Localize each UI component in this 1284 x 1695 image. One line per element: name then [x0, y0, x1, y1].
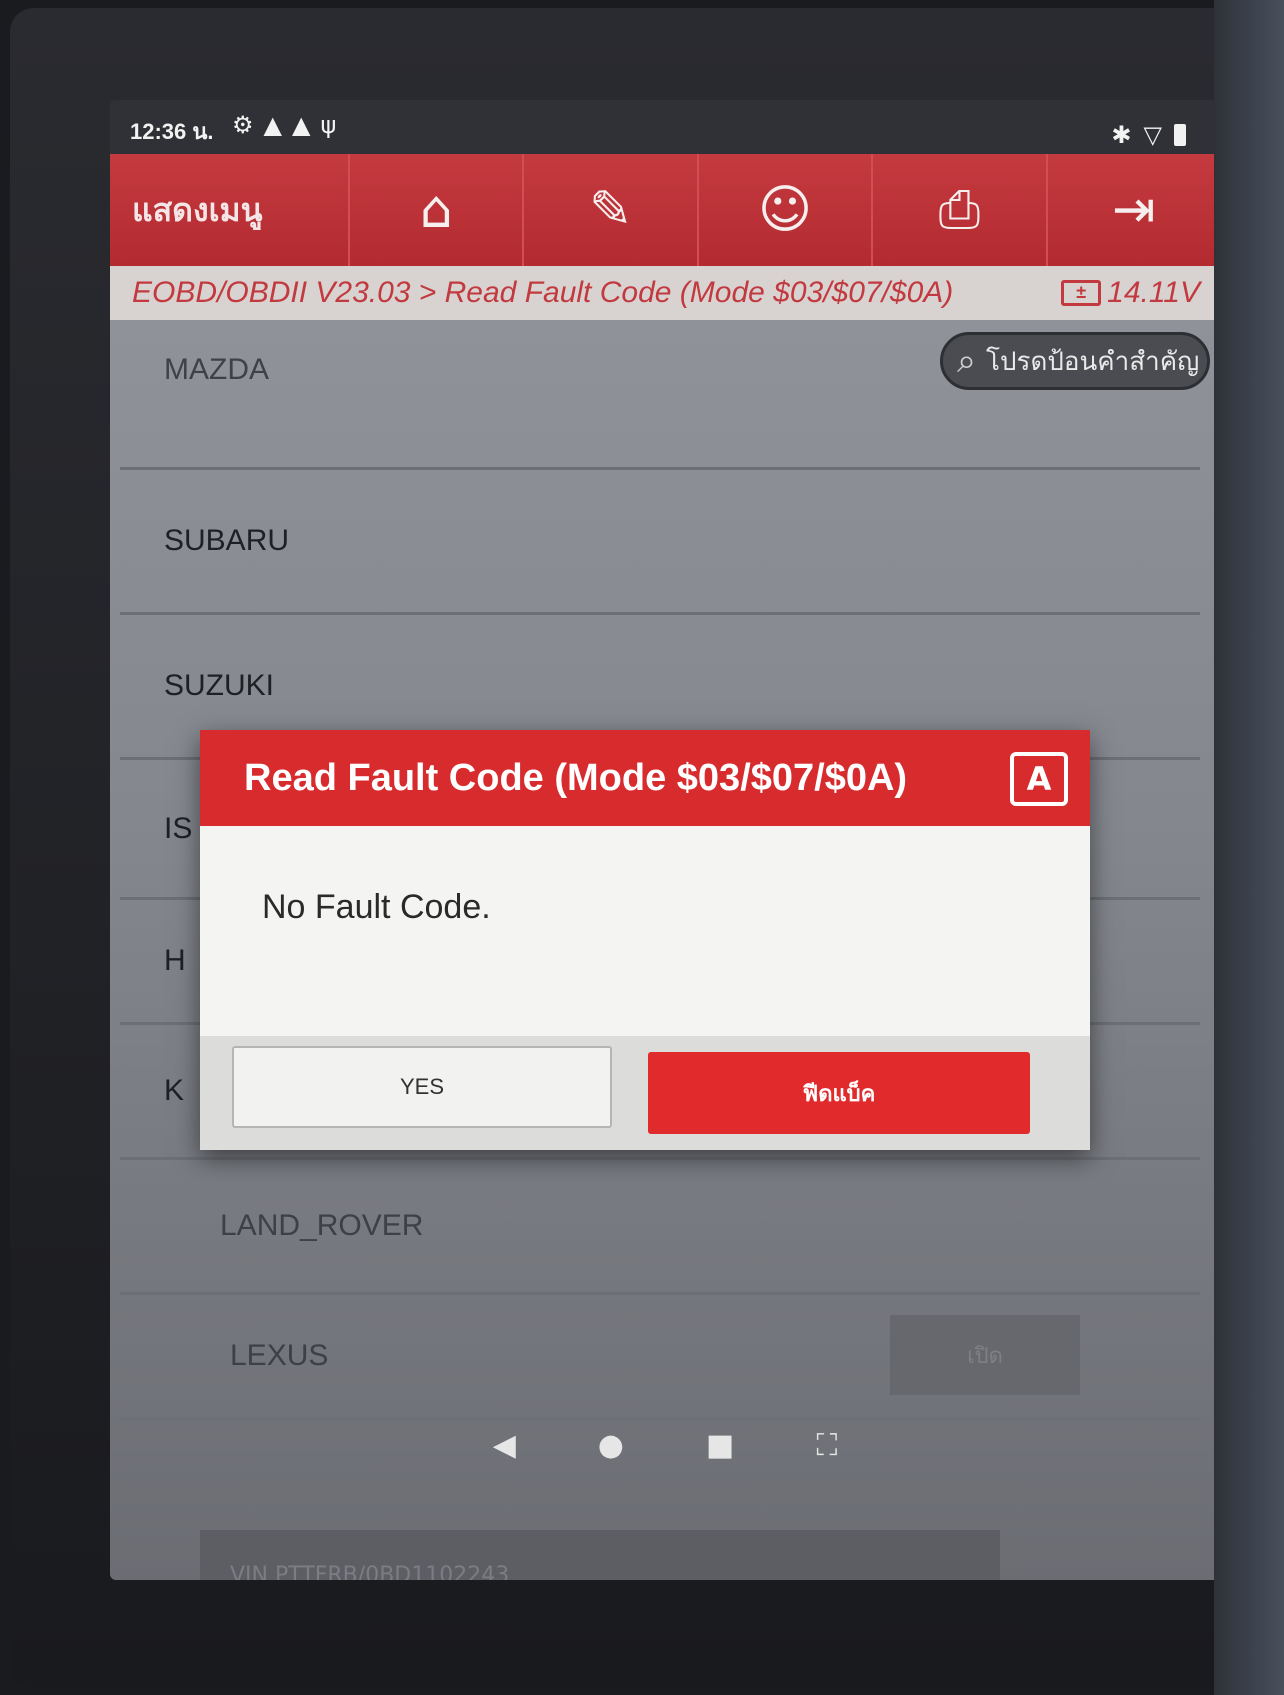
screenshot-icon[interactable]: ⛶: [816, 1428, 837, 1463]
report-edit-icon: ✎: [588, 180, 633, 240]
status-right-icons: ✱ ▽: [1111, 120, 1186, 150]
home-icon: ⌂: [419, 180, 453, 240]
status-time: 12:36 น.: [130, 119, 214, 144]
dialog-header: Read Fault Code (Mode $03/$07/$0A): [200, 730, 1090, 826]
voltage-value: 14.11V: [1107, 276, 1200, 309]
device-edge: [1214, 0, 1284, 1695]
printer-button[interactable]: ⎙: [871, 154, 1045, 266]
breadcrumb-path: EOBD/OBDII V23.03 > Read Fault Code (Mod…: [132, 276, 954, 309]
support-agent-icon: ☺: [757, 180, 813, 240]
dialog-buttons: YES ฟีดแบ็ค: [200, 1036, 1090, 1150]
feedback-button[interactable]: ฟีดแบ็ค: [648, 1052, 1030, 1134]
dialog-message: No Fault Code.: [262, 888, 491, 926]
fault-code-dialog: Read Fault Code (Mode $03/$07/$0A) A No …: [200, 730, 1090, 1150]
exit-icon: ⇥: [1112, 180, 1156, 240]
font-size-icon[interactable]: A: [1010, 752, 1068, 806]
dialog-body: No Fault Code.: [200, 826, 1090, 1036]
bluetooth-icon: ✱: [1111, 121, 1132, 149]
status-left-icons: ⚙ ▲ ▲ ψ: [232, 110, 336, 140]
show-menu-button[interactable]: แสดงเมนู: [110, 154, 348, 266]
home-button[interactable]: ⌂: [348, 154, 522, 266]
report-edit-button[interactable]: ✎: [522, 154, 696, 266]
status-bar: 12:36 น. ⚙ ▲ ▲ ψ ✱ ▽: [110, 100, 1220, 154]
open-button[interactable]: เปิด: [890, 1315, 1080, 1395]
android-navbar: ◀ ● ■ ⛶: [110, 1400, 1220, 1490]
list-item[interactable]: LAND_ROVER: [120, 1160, 1200, 1295]
exit-button[interactable]: ⇥: [1045, 154, 1220, 266]
list-item[interactable]: MAZDA: [120, 320, 1200, 470]
back-icon[interactable]: ◀: [493, 1428, 516, 1463]
dialog-title: Read Fault Code (Mode $03/$07/$0A): [244, 756, 908, 799]
warning-icon: ▲: [263, 111, 282, 139]
printer-icon: ⎙: [938, 179, 981, 240]
main-toolbar: แสดงเมนู ⌂ ✎ ☺ ⎙ ⇥: [110, 154, 1220, 266]
yes-button[interactable]: YES: [232, 1046, 612, 1128]
home-circle-icon[interactable]: ●: [598, 1428, 624, 1463]
usb-debug-icon: ψ: [320, 111, 337, 139]
vin-info-bar: VIN PTTFRB/0BD1102243: [200, 1530, 1000, 1580]
settings-badge-icon: ⚙: [232, 111, 254, 139]
support-agent-button[interactable]: ☺: [696, 154, 871, 266]
vin-info: VIN PTTFRB/0BD1102243: [230, 1562, 510, 1581]
warning-icon: ▲: [291, 111, 311, 139]
battery-voltage: ± 14.11V: [1061, 276, 1200, 310]
wifi-icon: ▽: [1143, 121, 1162, 149]
car-battery-icon: ±: [1061, 280, 1102, 306]
list-item[interactable]: SUBARU: [120, 470, 1200, 615]
recents-icon[interactable]: ■: [706, 1428, 734, 1463]
battery-icon: [1174, 124, 1186, 146]
breadcrumb: EOBD/OBDII V23.03 > Read Fault Code (Mod…: [110, 266, 1220, 320]
